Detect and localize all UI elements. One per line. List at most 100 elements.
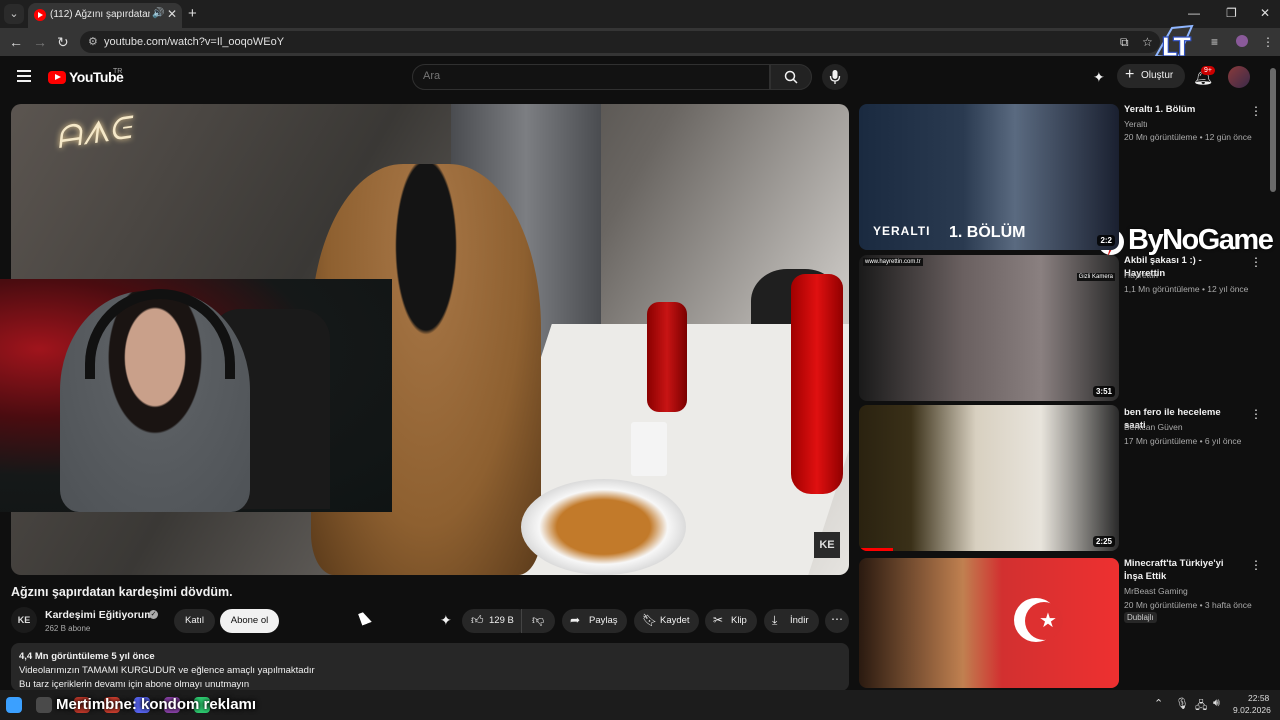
country-code: TR xyxy=(113,68,123,75)
ask-ai-sparkle-icon[interactable]: ✦ xyxy=(440,612,452,629)
rec-thumbnail[interactable]: www.hayrettin.com.tr Gizli Kamera 3:51 xyxy=(859,255,1119,401)
start-icon[interactable] xyxy=(6,697,22,713)
clock-date[interactable]: 9.02.2026 xyxy=(1233,705,1271,715)
rec-channel[interactable]: MrBeast Gaming xyxy=(1124,586,1188,596)
window-close-icon[interactable]: ✕ xyxy=(1260,6,1270,20)
save-label: Kaydet xyxy=(660,615,690,626)
rec-thumbnail[interactable]: 2:25 xyxy=(859,405,1119,551)
mouse-cursor xyxy=(358,610,372,626)
cast-icon[interactable]: ⧉ xyxy=(1120,35,1129,50)
url-text: youtube.com/watch?v=Il_ooqoWEoY xyxy=(104,36,285,48)
back-icon[interactable]: ← xyxy=(9,34,23,50)
flag-star-icon: ★ xyxy=(1039,610,1057,632)
profile-icon[interactable] xyxy=(1236,35,1248,47)
thumbs-down-icon: 👎︎ xyxy=(532,613,545,627)
browser-menu-icon[interactable]: ⋮ xyxy=(1262,35,1274,49)
video-title: Ağzını şapırdatan kardeşimi dövdüm. xyxy=(11,585,233,599)
speaker-icon[interactable]: 🔊 xyxy=(152,8,164,19)
scene-light-graffiti: ᗩᗑᕮ xyxy=(53,110,134,157)
youtube-favicon-icon xyxy=(34,9,46,21)
voice-search-button[interactable] xyxy=(822,64,848,90)
channel-name[interactable]: Kardeşimi Eğitiyorum xyxy=(45,609,154,621)
volume-icon[interactable]: 🔊︎ xyxy=(1213,697,1220,710)
subscribe-button[interactable]: Abone ol xyxy=(220,609,279,633)
scene-ketchup-bottle xyxy=(647,302,687,412)
download-icon: ⤓ xyxy=(772,613,778,627)
description-box[interactable]: 4,4 Mn görüntüleme 5 yıl önce Videolarım… xyxy=(11,643,849,691)
youtube-play-icon xyxy=(48,71,66,84)
account-avatar[interactable] xyxy=(1228,66,1250,88)
browser-toolbar: ← → ↻ ⚙ youtube.com/watch?v=Il_ooqoWEoY … xyxy=(0,28,1280,56)
streamer-webcam xyxy=(0,279,392,512)
premium-sparkle-icon[interactable]: ✦ xyxy=(1093,69,1105,86)
rec-title[interactable]: Yeraltı 1. Bölüm xyxy=(1124,104,1244,117)
rec-stats: 17 Mn görüntüleme • 6 yıl önce xyxy=(1124,436,1242,446)
address-bar[interactable]: ⚙ youtube.com/watch?v=Il_ooqoWEoY xyxy=(80,31,1160,53)
save-button[interactable]: 🔖︎ Kaydet xyxy=(634,609,699,633)
duration-badge: 2:25 xyxy=(1092,536,1115,547)
scene-cup xyxy=(631,422,667,476)
tab-close-icon[interactable]: ✕ xyxy=(167,7,177,21)
rec-title[interactable]: Minecraft'ta Türkiye'yi İnşa Ettik xyxy=(1124,558,1244,583)
page-scrollbar[interactable] xyxy=(1270,68,1276,192)
rec-thumbnail[interactable]: YERALTI 1. BÖLÜM 2:2 xyxy=(859,104,1119,250)
thumbnail-text: 1. BÖLÜM xyxy=(949,224,1026,241)
site-info-icon[interactable]: ⚙ xyxy=(88,35,98,48)
thumbnail-watermark: Gizli Kamera xyxy=(1076,273,1115,281)
description-line-2: Bu tarz içeriklerin devamı için abone ol… xyxy=(19,679,250,690)
channel-avatar[interactable]: KE xyxy=(11,607,37,633)
taskbar-app-icon[interactable] xyxy=(36,697,52,713)
share-label: Paylaş xyxy=(589,615,618,626)
rec-channel[interactable]: Berkcan Güven xyxy=(1124,422,1183,432)
tray-chevron-icon[interactable]: ⌃ xyxy=(1154,697,1163,710)
channel-watermark[interactable]: KE xyxy=(814,532,840,558)
thumbnail-watermark: www.hayrettin.com.tr xyxy=(863,258,923,266)
clip-button[interactable]: ✂ Klip xyxy=(705,609,757,633)
network-icon[interactable]: 🖧 xyxy=(1195,697,1207,716)
microphone-icon xyxy=(829,70,841,84)
forward-icon[interactable]: → xyxy=(33,34,47,50)
thumbnail-text: YERALTI xyxy=(873,224,931,238)
minimize-icon[interactable]: — xyxy=(1188,6,1200,20)
hamburger-menu-icon[interactable] xyxy=(17,70,31,82)
like-count: 129 B xyxy=(489,615,514,626)
more-vertical-icon[interactable]: ⋮ xyxy=(1250,104,1262,118)
share-arrow-icon: ➦ xyxy=(570,613,581,627)
browser-tab[interactable]: (112) Ağzını şapırdatan karde 🔊 ✕ xyxy=(28,3,182,28)
youtube-logo[interactable]: YouTube xyxy=(48,69,124,87)
create-button[interactable]: + Oluştur xyxy=(1117,64,1185,88)
download-label: İndir xyxy=(790,615,809,626)
restore-icon[interactable]: ❐ xyxy=(1226,6,1237,20)
browser-tab-strip: ⌄ (112) Ağzını şapırdatan karde 🔊 ✕ + — … xyxy=(0,0,1280,28)
scissors-icon: ✂ xyxy=(713,613,724,627)
sponsor-name: ByNoGame xyxy=(1128,224,1274,256)
new-tab-icon[interactable]: + xyxy=(188,5,197,22)
search-button[interactable] xyxy=(770,64,812,90)
more-vertical-icon[interactable]: ⋮ xyxy=(1250,255,1262,269)
more-vertical-icon[interactable]: ⋮ xyxy=(1250,407,1262,421)
rec-stats: 1,1 Mn görüntüleme • 12 yıl önce xyxy=(1124,284,1249,294)
duration-badge: 3:51 xyxy=(1092,386,1115,397)
thumbs-up-icon: 👍︎ xyxy=(471,613,484,627)
rec-channel[interactable]: Hayrettin xyxy=(1124,270,1158,280)
like-button[interactable]: 👍︎ 129 B xyxy=(462,609,530,633)
subscriber-count: 262 B abone xyxy=(45,624,91,633)
description-line-1: Videolarımızın TAMAMI KURGUDUR ve eğlenc… xyxy=(19,665,315,676)
media-control-icon[interactable]: ≡ xyxy=(1211,35,1218,49)
clock-time[interactable]: 22:58 xyxy=(1248,693,1269,703)
dislike-button[interactable]: 👎︎ xyxy=(521,609,555,633)
tab-search-icon[interactable]: ⌄ xyxy=(4,4,24,24)
rec-channel[interactable]: Yeraltı xyxy=(1124,119,1148,129)
rec-thumbnail[interactable]: ★ xyxy=(859,558,1119,688)
dubbed-badge: Dublajlı xyxy=(1124,612,1157,623)
more-vertical-icon[interactable]: ⋮ xyxy=(1250,558,1262,572)
search-input[interactable] xyxy=(423,70,753,82)
share-button[interactable]: ➦ Paylaş xyxy=(562,609,627,633)
join-button[interactable]: Katıl xyxy=(174,609,215,633)
more-actions-button[interactable]: ⋯ xyxy=(825,609,849,633)
create-label: Oluştur xyxy=(1141,70,1174,81)
clip-label: Klip xyxy=(731,615,747,626)
microphone-tray-icon[interactable]: 🎙︎ xyxy=(1175,697,1189,710)
reload-icon[interactable]: ↻ xyxy=(57,34,69,51)
download-button[interactable]: ⤓ İndir xyxy=(764,609,819,633)
